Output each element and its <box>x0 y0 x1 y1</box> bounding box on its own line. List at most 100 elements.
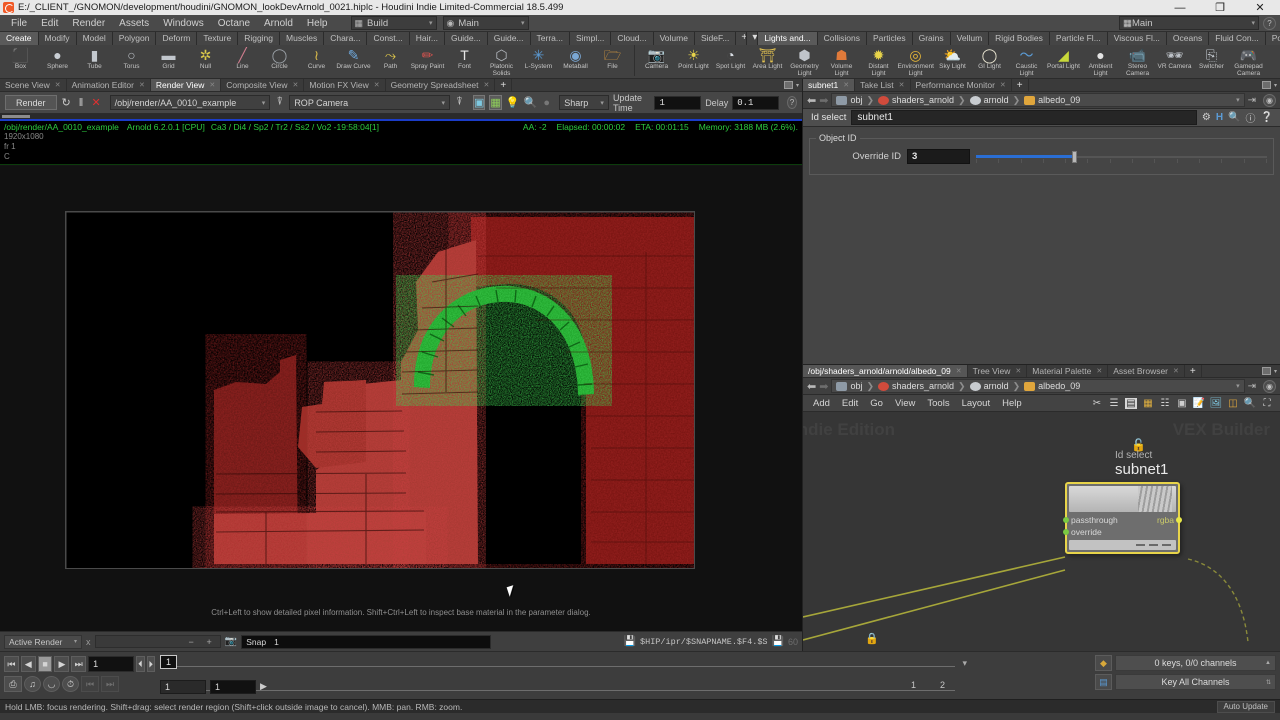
node-row-passthrough[interactable]: passthrough rgba <box>1063 514 1182 526</box>
parm-tab-0[interactable]: subnet1 ✕ <box>803 79 856 91</box>
key-channels-icon[interactable]: ▤ <box>1095 674 1112 690</box>
search-icon[interactable]: 🔍 <box>1228 112 1240 123</box>
input-connector-passthrough[interactable] <box>1063 517 1069 523</box>
snapshot-name-field[interactable]: Snap 1 <box>241 634 492 649</box>
breadcrumb-path[interactable]: obj ❯ shaders_arnold ❯ arnold ❯ albedo_0… <box>831 93 1245 107</box>
parameter-pane-menu-icon[interactable]: ▾ <box>1274 82 1277 89</box>
render-button[interactable]: Render <box>5 95 57 110</box>
network-breadcrumb-shaders[interactable]: shaders_arnold <box>878 381 954 391</box>
lights-tool-3[interactable]: ⛩ Area Light <box>749 45 786 77</box>
shelf-tab-8[interactable]: Chara... <box>324 32 368 45</box>
create-tool-1[interactable]: ● Sphere <box>39 45 76 77</box>
network-pane-menu-icon[interactable]: ▾ <box>1274 368 1277 375</box>
forward-arrow-icon[interactable]: ➡ <box>819 94 828 107</box>
lights-tool-13[interactable]: 📹 Stereo Camera <box>1119 45 1156 78</box>
network-help-icon[interactable]: ◉ <box>1263 379 1276 393</box>
view-tab-close-3[interactable]: ✕ <box>293 81 299 89</box>
network-menu-go[interactable]: Go <box>864 398 889 409</box>
refresh-icon[interactable]: ↻ <box>61 95 72 110</box>
parm-tab-close-1[interactable]: ✕ <box>899 81 905 89</box>
timeline[interactable]: 1 1 1 ▶ 1 2 ​ ▾ <box>155 652 1095 699</box>
key-prev-button[interactable]: ⏮ <box>81 676 99 692</box>
create-tool-6[interactable]: ╱ Line <box>224 45 261 77</box>
parm-tab-1[interactable]: Take List ✕ <box>855 79 911 91</box>
net-tab-1[interactable]: Tree View ✕ <box>967 365 1028 377</box>
stop-button[interactable]: ■ <box>37 656 53 672</box>
view-tab-close-0[interactable]: ✕ <box>55 81 61 89</box>
audio-icon[interactable]: ♫ <box>24 676 41 692</box>
create-tool-15[interactable]: ◉ Metaball <box>557 45 594 77</box>
lights-tool-1[interactable]: ☀ Point Light <box>675 45 712 77</box>
render-image-stage[interactable]: Ctrl+Left to show detailed pixel informa… <box>0 166 802 631</box>
network-menu-layout[interactable]: Layout <box>956 398 997 409</box>
key-mode-field[interactable]: Key All Channels ⇅ <box>1115 674 1276 690</box>
menu-assets[interactable]: Assets <box>112 15 156 32</box>
shelf-tab-7[interactable]: Muscles <box>280 32 325 45</box>
timeline-track-top[interactable] <box>165 666 955 667</box>
view-tab-close-4[interactable]: ✕ <box>374 81 380 89</box>
create-tool-12[interactable]: T Font <box>446 45 483 77</box>
add-view-tab[interactable]: + <box>495 79 513 91</box>
range-end-field[interactable]: 1 <box>210 680 256 694</box>
breadcrumb-node-arnold[interactable]: arnold <box>969 95 1009 105</box>
lights-tool-7[interactable]: ◎ Environment Light <box>897 45 935 78</box>
menu-render[interactable]: Render <box>65 15 112 32</box>
close-plane-icon[interactable]: x <box>86 637 91 647</box>
lights-tool-16[interactable]: 🎮 Gamepad Camera <box>1230 45 1267 78</box>
menu-arnold[interactable]: Arnold <box>257 15 300 32</box>
render-plane-selector[interactable]: Active Render ▾ <box>4 634 82 649</box>
shelf-tab-r-5[interactable]: Rigid Bodies <box>989 32 1050 45</box>
go-to-end-button[interactable]: ⏭ <box>71 656 87 672</box>
network-forward-arrow-icon[interactable]: ➡ <box>819 380 828 393</box>
save-image-icon[interactable]: 💾 <box>624 636 636 647</box>
info-icon[interactable]: ⓘ <box>1246 110 1256 125</box>
shelf-tab-14[interactable]: Simpl... <box>569 32 612 45</box>
shelf-tab-menu-left[interactable]: ▾ <box>747 32 759 45</box>
net-tab-close-0[interactable]: ✕ <box>956 367 962 375</box>
view-tab-4[interactable]: Motion FX View ✕ <box>304 79 386 91</box>
network-canvas[interactable]: Indie Edition VEX Builder 🔓 Id select su… <box>803 412 1280 651</box>
shelf-tab-10[interactable]: Hair... <box>409 32 445 45</box>
motion-icon[interactable]: ◡ <box>43 676 60 692</box>
lights-tool-12[interactable]: ● Ambient Light <box>1082 45 1119 78</box>
shelf-tab-r-0[interactable]: Lights and... <box>758 32 818 45</box>
play-button[interactable]: ▶ <box>54 656 70 672</box>
breadcrumb-node-albedo[interactable]: albedo_09 <box>1024 95 1080 105</box>
net-tab-3[interactable]: Asset Browser ✕ <box>1108 365 1185 377</box>
parm-tab-close-0[interactable]: ✕ <box>843 81 849 89</box>
filter-selector[interactable]: Sharp ▾ <box>559 95 609 110</box>
node-row-override[interactable]: override <box>1063 526 1178 538</box>
menu-help[interactable]: Help <box>300 15 335 32</box>
create-tool-9[interactable]: ✎ Draw Curve <box>335 45 372 77</box>
rendered-image[interactable] <box>65 211 695 569</box>
parm-tab-close-2[interactable]: ✕ <box>1000 81 1006 89</box>
back-arrow-icon[interactable]: ⬅ <box>807 94 816 107</box>
pane-menu-icon[interactable]: ▾ <box>796 82 799 89</box>
grid-color-icon[interactable]: ▦ <box>1142 398 1154 409</box>
create-tool-0[interactable]: ⬛ Box <box>2 45 39 77</box>
view-tab-close-5[interactable]: ✕ <box>484 81 490 89</box>
create-tool-10[interactable]: ⤳ Path <box>372 45 409 77</box>
network-breadcrumb-obj[interactable]: obj <box>836 381 862 391</box>
parameter-help-icon[interactable]: ◉ <box>1263 93 1276 107</box>
pause-icon[interactable]: ‖ <box>76 95 87 110</box>
create-tool-13[interactable]: ⬡ Platonic Solids <box>483 45 520 78</box>
network-back-arrow-icon[interactable]: ⬅ <box>807 380 816 393</box>
color-correction-icon[interactable]: ▦ <box>489 95 502 110</box>
view-tab-1[interactable]: Animation Editor ✕ <box>66 79 151 91</box>
camera-selector[interactable]: ROP Camera ▾ <box>289 95 450 110</box>
shelf-tab-6[interactable]: Rigging <box>238 32 281 45</box>
node-footer-flags[interactable] <box>1069 540 1176 550</box>
menu-file[interactable]: File <box>4 15 34 32</box>
create-tool-14[interactable]: ✳ L-System <box>520 45 557 77</box>
current-frame-field[interactable]: 1 <box>88 656 135 672</box>
network-lock-icon[interactable]: 🔒 <box>865 632 879 645</box>
minimize-button[interactable]: — <box>1160 0 1200 15</box>
timeline-frame-marker[interactable]: 1 <box>160 655 177 669</box>
zoom-in-icon[interactable]: + <box>207 637 212 647</box>
network-pin-icon[interactable]: ⇥ <box>1248 381 1256 392</box>
network-menu-view[interactable]: View <box>889 398 921 409</box>
sheet-icon[interactable]: ▤ <box>1125 397 1137 409</box>
output-connector-rgba[interactable] <box>1176 517 1182 523</box>
parm-tab-2[interactable]: Performance Monitor ✕ <box>910 79 1012 91</box>
